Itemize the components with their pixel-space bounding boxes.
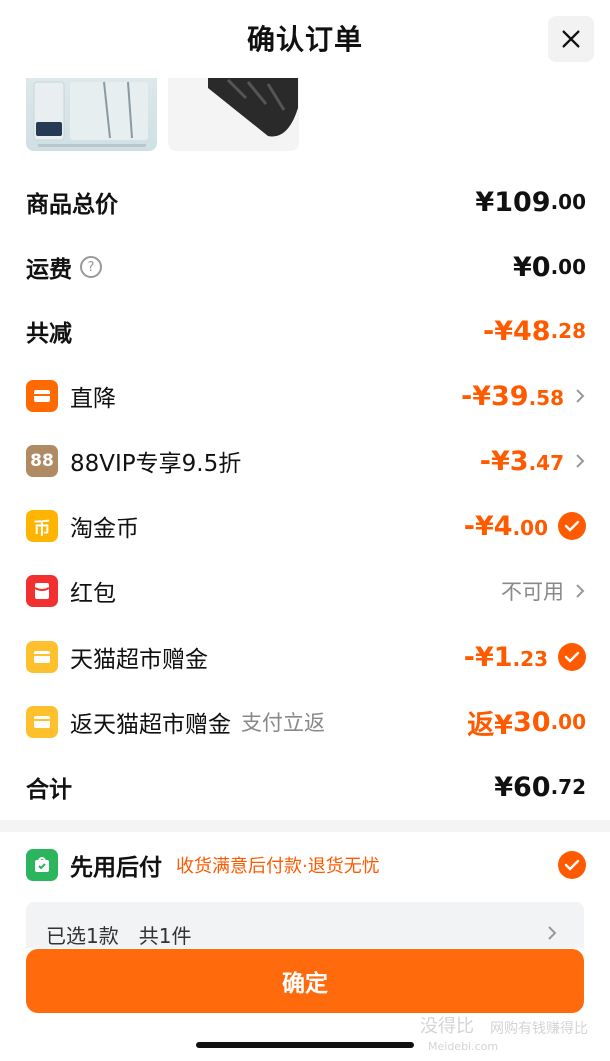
amount-decimal: .00 <box>550 190 586 214</box>
racket-grip-icon <box>208 78 298 137</box>
discount-amount-wrap: -¥4.00 <box>464 511 586 542</box>
discount-amount: -¥1.23 <box>464 642 548 673</box>
chevron-right-icon <box>576 584 585 598</box>
total-row: 合计 ¥60.72 <box>26 767 586 807</box>
discount-amount-wrap: -¥3.47 <box>480 446 586 477</box>
reduction-label: 共减 <box>26 321 72 347</box>
selected-items-bar[interactable]: 已选1款 共1件 <box>26 902 584 948</box>
amount-integer: 1 <box>493 641 513 673</box>
close-button[interactable] <box>548 16 594 62</box>
pay-later-desc: 收货满意后付款·退货无忧 <box>176 856 380 877</box>
amount-decimal: .72 <box>550 775 586 799</box>
discount-label: 返天猫超市赠金 <box>70 712 231 738</box>
red-packet-icon <box>26 575 58 607</box>
currency-symbol: ¥ <box>475 186 495 218</box>
discount-amount-wrap: -¥1.23 <box>464 642 586 673</box>
checkmark-icon[interactable] <box>558 643 586 671</box>
discount-label: 淘金币 <box>70 516 139 542</box>
amount-integer: 30 <box>512 706 551 738</box>
88vip-icon: 88 <box>26 445 58 477</box>
amount-decimal: .00 <box>550 710 586 734</box>
amount-decimal: .00 <box>550 255 586 279</box>
racket-product-icon <box>33 81 148 147</box>
amount-decimal: .28 <box>550 319 586 343</box>
section-divider <box>0 820 610 832</box>
goods-total-row: 商品总价 ¥109.00 <box>26 182 586 222</box>
amount-prefix: -¥ <box>460 380 491 412</box>
amount-decimal: .23 <box>512 646 548 671</box>
amount-prefix: -¥ <box>482 315 513 347</box>
amount-integer: 109 <box>494 186 551 218</box>
watermark-slogan: 网购有钱赚得比 <box>490 1021 588 1037</box>
amount-prefix: 返¥ <box>467 709 513 741</box>
chevron-right-icon <box>548 926 557 940</box>
discount-label: 红包 <box>70 581 116 607</box>
total-label: 合计 <box>26 777 72 803</box>
amount-decimal: .58 <box>528 385 564 410</box>
pay-later-icon <box>26 849 58 881</box>
discount-status-wrap: 不可用 <box>501 576 586 606</box>
amount-prefix: -¥ <box>463 641 494 673</box>
checkmark-icon[interactable] <box>558 851 586 879</box>
direct-discount-icon <box>26 380 58 412</box>
home-indicator[interactable] <box>196 1042 414 1048</box>
discount-amount: -¥39.58 <box>461 381 564 412</box>
reduction-row: 共减 -¥ 48.28 <box>26 311 586 351</box>
discount-row-taojinbi[interactable]: 币 淘金币 -¥4.00 <box>26 506 586 546</box>
page-title: 确认订单 <box>246 23 363 56</box>
watermark-site: 没得比 <box>420 1016 474 1037</box>
shipping-row: 运费 ? ¥0.00 <box>26 247 586 287</box>
product-image-racket-set[interactable] <box>26 78 157 151</box>
shipping-label: 运费 <box>26 257 72 283</box>
tmall-gift-icon <box>26 641 58 673</box>
goods-total-label: 商品总价 <box>26 192 118 218</box>
discount-amount: -¥4.00 <box>464 511 548 542</box>
amount-integer: 3 <box>509 445 529 477</box>
currency-symbol: ¥ <box>512 251 532 283</box>
rebate-amount: 返¥ 30.00 <box>467 703 586 742</box>
help-icon[interactable]: ? <box>80 256 102 278</box>
watermark-domain: Meidebi.com <box>428 1040 499 1053</box>
discount-row-tmall-gift[interactable]: 天猫超市赠金 -¥1.23 <box>26 637 586 677</box>
discount-amount: -¥3.47 <box>480 446 564 477</box>
amount-prefix: -¥ <box>479 445 510 477</box>
rebate-note: 支付立返 <box>241 711 325 735</box>
taojinbi-coin-icon: 币 <box>26 510 58 542</box>
amount-prefix: -¥ <box>463 510 494 542</box>
amount-decimal: .00 <box>512 515 548 540</box>
pay-later-title: 先用后付 <box>70 855 162 881</box>
discount-row-88vip[interactable]: 88 88VIP专享9.5折 -¥3.47 <box>26 441 586 481</box>
selected-items-text: 已选1款 共1件 <box>46 924 192 948</box>
goods-total-amount: ¥109.00 <box>475 187 586 218</box>
discount-label: 直降 <box>70 386 116 412</box>
chevron-right-icon <box>576 389 585 403</box>
header: 确认订单 <box>0 0 610 78</box>
discount-label: 88VIP专享9.5折 <box>70 451 242 477</box>
amount-integer: 39 <box>490 380 529 412</box>
amount-integer: 48 <box>512 315 551 347</box>
chevron-right-icon <box>576 454 585 468</box>
unavailable-status: 不可用 <box>501 580 564 604</box>
currency-symbol: ¥ <box>494 771 513 803</box>
discount-row-tmall-rebate: 返天猫超市赠金 支付立返 返¥ 30.00 <box>26 702 586 742</box>
pay-later-row[interactable]: 先用后付 收货满意后付款·退货无忧 <box>26 845 586 885</box>
shipping-amount: ¥0.00 <box>513 252 586 283</box>
close-icon <box>562 30 580 48</box>
reduction-amount: -¥ 48.28 <box>483 316 586 347</box>
confirm-button[interactable]: 确定 <box>26 949 584 1013</box>
amount-integer: 0 <box>531 251 551 283</box>
amount-integer: 60 <box>512 771 551 803</box>
discount-row-direct[interactable]: 直降 -¥39.58 <box>26 376 586 416</box>
amount-decimal: .47 <box>528 450 564 475</box>
discount-amount-wrap: -¥39.58 <box>461 381 586 412</box>
total-amount: ¥60.72 <box>494 772 586 803</box>
product-image-grip[interactable] <box>168 78 299 151</box>
discount-row-red-packet[interactable]: 红包 不可用 <box>26 571 586 611</box>
checkmark-icon[interactable] <box>558 512 586 540</box>
discount-label: 天猫超市赠金 <box>70 647 208 673</box>
amount-integer: 4 <box>493 510 513 542</box>
tmall-rebate-icon <box>26 706 58 738</box>
